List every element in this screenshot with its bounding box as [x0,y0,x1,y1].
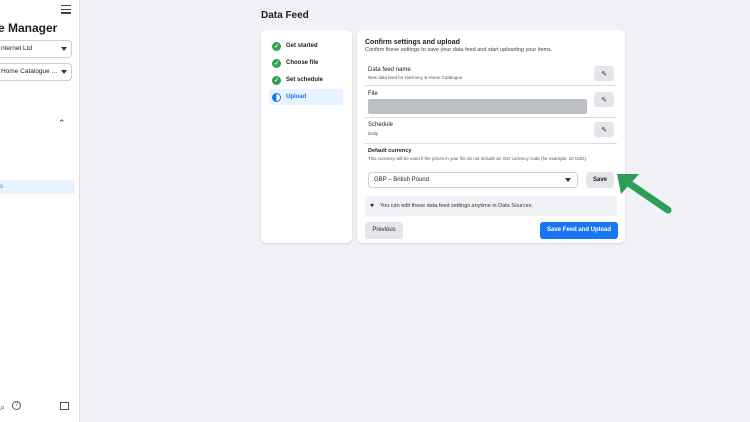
step-label: Choose file [286,60,319,66]
arrow-annotation [617,174,672,214]
sidebar-item-active[interactable]: s [0,180,75,194]
pencil-icon: ✎ [601,70,607,78]
chevron-down-icon [61,47,67,51]
file-row: File ✎ [365,86,617,118]
chevron-up-icon[interactable]: ⌃ [58,118,66,129]
steps-panel: ✓ Get started ✓ Choose file ✓ Set schedu… [261,30,352,243]
sidebar-item-label: s [0,184,3,190]
pencil-icon: ✎ [601,96,607,104]
sidebar: e Manager nternet Ltd Home Catalogue ...… [0,0,80,422]
business-select-value: nternet Ltd [1,45,33,52]
save-feed-and-upload-button[interactable]: Save Feed and Upload [540,222,618,239]
currency-description: This currency will be used if the prices… [368,156,588,161]
feed-name-label: Data feed name [368,67,411,73]
lightbulb-icon: ● [370,202,375,209]
panel-subheading: Confirm these settings to save your data… [365,47,553,53]
tip-text: You can edit these data feed settings an… [380,203,533,209]
half-circle-icon [272,92,281,102]
tip-banner: ● You can edit these data feed settings … [365,196,617,216]
panel-heading: Confirm settings and upload [365,39,460,46]
confirm-panel: Confirm settings and upload Confirm thes… [357,30,625,243]
step-label: Set schedule [286,77,324,83]
schedule-row: Schedule Daily ✎ [365,118,617,144]
check-icon: ✓ [272,58,281,68]
file-name-placeholder [368,99,587,114]
feed-name-row: Data feed name New data feed for Harmony… [365,59,617,86]
help-icon[interactable]: ? [12,401,21,410]
schedule-value: Daily [368,131,379,136]
step-label: Get started [286,43,318,49]
step-set-schedule[interactable]: ✓ Set schedule [269,72,343,88]
edit-file-button[interactable]: ✎ [594,92,614,107]
currency-select[interactable]: GBP – British Pound [368,172,578,188]
schedule-label: Schedule [368,122,394,128]
step-choose-file[interactable]: ✓ Choose file [269,55,343,71]
previous-button[interactable]: Previous [365,222,403,239]
pencil-icon: ✎ [601,126,607,134]
page-title: Data Feed [261,10,309,21]
currency-label: Default currency [368,148,412,154]
file-label: File [368,91,378,97]
step-upload[interactable]: Upload [269,89,343,105]
menu-icon[interactable] [61,5,71,15]
feed-name-value: New data feed for Harmony & Home Catalog… [368,75,463,80]
catalogue-select-value: Home Catalogue ... [1,68,58,75]
check-icon: ✓ [272,75,281,85]
edit-feed-name-button[interactable]: ✎ [594,66,614,81]
panel-toggle-icon[interactable] [60,402,69,410]
step-label: Upload [286,94,307,100]
catalogue-select[interactable]: Home Catalogue ... [0,63,72,81]
business-select[interactable]: nternet Ltd [0,40,72,58]
app-title: e Manager [0,21,58,35]
edit-schedule-button[interactable]: ✎ [594,122,614,137]
chevron-down-icon [61,70,67,74]
check-icon: ✓ [272,41,281,51]
save-currency-button[interactable]: Save [586,172,614,188]
step-get-started[interactable]: ✓ Get started [269,38,343,54]
currency-select-value: GBP – British Pound [374,177,429,183]
chevron-down-icon [565,178,571,182]
search-icon[interactable]: ⌕ [0,402,5,413]
